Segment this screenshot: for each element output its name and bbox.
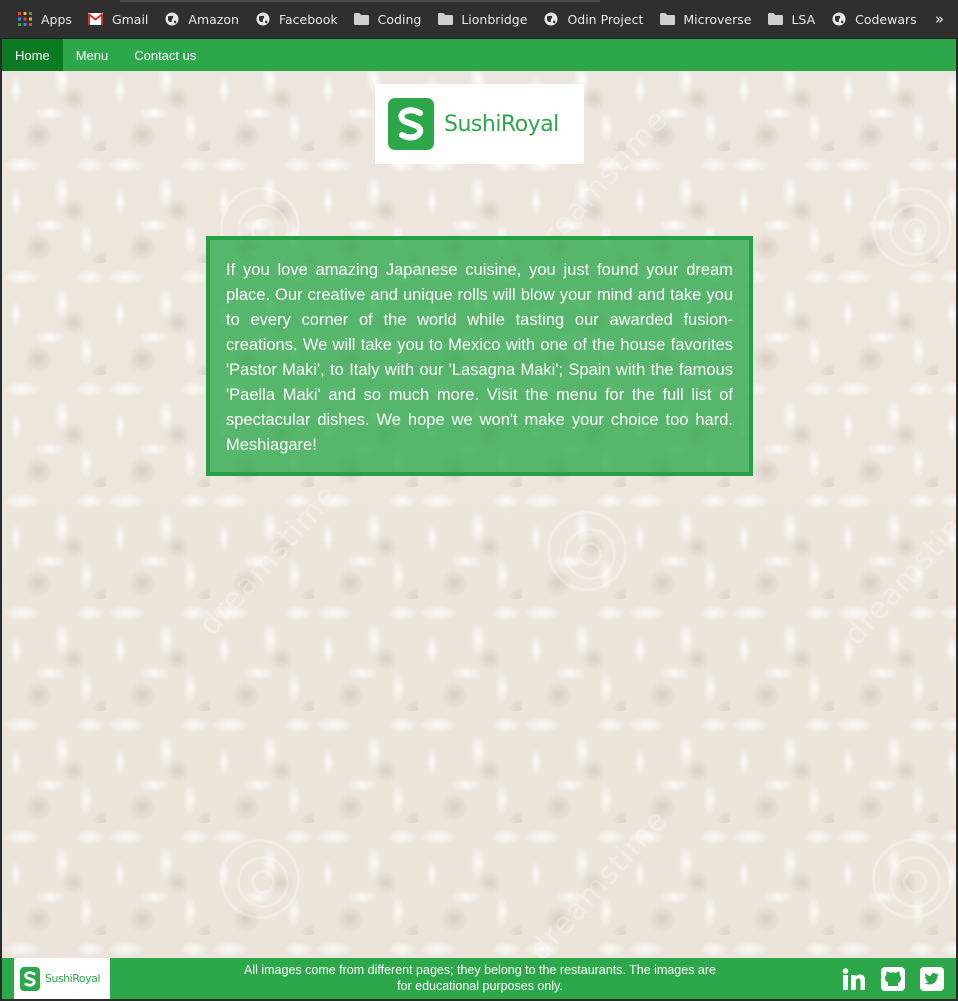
bookmark-label: Codewars (855, 11, 917, 27)
bookmark-folder-lsa[interactable]: LSA (760, 5, 822, 33)
watermark-spiral-icon (547, 511, 627, 591)
folder-icon (354, 11, 370, 27)
github-icon[interactable] (880, 966, 905, 991)
folder-icon (659, 11, 675, 27)
nav-menu[interactable]: Menu (63, 39, 122, 71)
bookmark-label: Coding (377, 11, 422, 27)
intro-box: If you love amazing Japanese cuisine, yo… (206, 236, 753, 476)
watermark-spiral-icon (872, 839, 952, 919)
watermark-spiral-icon (872, 187, 952, 267)
bookmark-gmail[interactable]: Gmail (81, 5, 155, 33)
logo-text: SushiRoyal (444, 111, 559, 137)
bookmark-label: Lionbridge (461, 11, 528, 27)
site-logo[interactable]: SushiRoyal (375, 84, 584, 164)
watermark-text: dreamstime (837, 487, 956, 653)
bookmark-folder-microverse[interactable]: Microverse (652, 5, 758, 33)
bookmark-label: LSA (791, 11, 816, 27)
bookmark-folder-lionbridge[interactable]: Lionbridge (430, 5, 534, 33)
linkedin-icon[interactable] (841, 966, 866, 991)
page-viewport: Home Menu Contact us dreamstime dreamsti… (2, 39, 956, 999)
bookmark-apps[interactable]: Apps (10, 5, 79, 33)
folder-icon (437, 11, 453, 27)
main-nav: Home Menu Contact us (2, 39, 956, 71)
gmail-icon (88, 11, 104, 27)
bookmark-facebook[interactable]: Facebook (248, 5, 345, 33)
nav-contact-us[interactable]: Contact us (121, 39, 209, 71)
bookmark-label: Facebook (278, 11, 338, 27)
globe-icon (164, 11, 180, 27)
twitter-icon[interactable] (919, 966, 944, 991)
logo-s-icon (388, 98, 434, 150)
bookmark-folder-coding[interactable]: Coding (347, 5, 429, 33)
footer-logo-text: SushiRoyal (45, 972, 100, 985)
folder-icon (767, 11, 783, 27)
tab-strip-edge (120, 0, 600, 2)
more-bookmarks-chevron-icon[interactable]: » (935, 10, 944, 28)
globe-icon (255, 11, 271, 27)
bookmark-label: Gmail (111, 11, 149, 27)
bookmark-odin-project[interactable]: Odin Project (536, 5, 650, 33)
nav-home[interactable]: Home (2, 39, 63, 71)
watermark-text: dreamstime (522, 802, 676, 968)
bookmark-label: Apps (41, 11, 72, 27)
globe-icon (831, 11, 847, 27)
intro-text: If you love amazing Japanese cuisine, yo… (226, 261, 733, 454)
apps-grid-icon (17, 11, 33, 27)
bookmark-label: Amazon (188, 11, 239, 27)
footer-logo[interactable]: SushiRoyal (14, 958, 110, 999)
footer-disclaimer: All images come from different pages; th… (243, 963, 716, 993)
page-frame: Home Menu Contact us dreamstime dreamsti… (0, 39, 958, 1001)
logo-s-icon (20, 966, 40, 991)
bookmark-label: Microverse (683, 11, 752, 27)
bookmark-codewars[interactable]: Codewars (824, 5, 924, 33)
bookmark-label: Odin Project (567, 11, 644, 27)
globe-icon (543, 11, 559, 27)
bookmarks-bar: Apps Gmail Amazon Facebook Coding Lionbr… (0, 0, 958, 39)
watermark-spiral-icon (220, 839, 300, 919)
social-links (841, 966, 944, 991)
bookmark-amazon[interactable]: Amazon (157, 5, 246, 33)
watermark-text: dreamstime (192, 477, 346, 643)
footer: SushiRoyal All images come from differen… (2, 958, 956, 999)
